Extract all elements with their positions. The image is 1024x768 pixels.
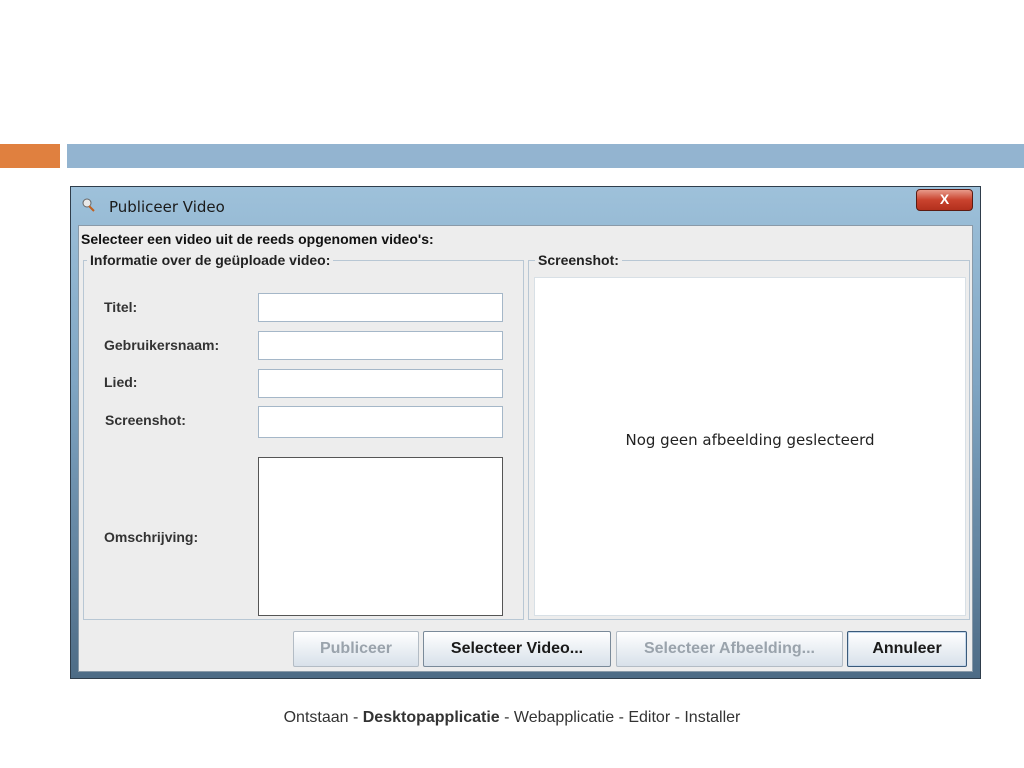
- accent-bar-blue: [67, 144, 1024, 168]
- screenshot-field[interactable]: [258, 406, 503, 438]
- footer-item-installer[interactable]: Installer: [684, 709, 740, 726]
- username-label: Gebruikersnaam:: [104, 337, 220, 353]
- publish-button[interactable]: Publiceer: [293, 631, 419, 667]
- window-title: Publiceer Video: [109, 198, 225, 216]
- accent-bar-orange: [0, 144, 60, 168]
- footer-item-desktopapplicatie[interactable]: Desktopapplicatie: [363, 709, 500, 726]
- description-textarea[interactable]: [258, 457, 503, 616]
- footer-separator: -: [348, 709, 363, 726]
- footer-item-editor[interactable]: Editor: [628, 709, 670, 726]
- close-button[interactable]: X: [916, 189, 973, 211]
- video-info-group: Informatie over de geüploade video: Tite…: [83, 252, 524, 620]
- title-bar[interactable]: Publiceer Video X: [71, 187, 980, 225]
- publish-video-dialog: Publiceer Video X Selecteer een video ui…: [70, 186, 981, 679]
- footer-separator: -: [499, 709, 514, 726]
- screenshot-legend: Screenshot:: [535, 252, 622, 268]
- description-label: Omschrijving:: [104, 529, 199, 545]
- footer-separator: -: [614, 709, 629, 726]
- cancel-button[interactable]: Annuleer: [847, 631, 967, 667]
- footer-item-webapplicatie[interactable]: Webapplicatie: [514, 709, 614, 726]
- dialog-content: Selecteer een video uit de reeds opgenom…: [78, 225, 973, 672]
- footer-item-ontstaan[interactable]: Ontstaan: [284, 709, 349, 726]
- username-field[interactable]: [258, 331, 503, 360]
- intro-text: Selecteer een video uit de reeds opgenom…: [81, 231, 434, 247]
- preview-placeholder: Nog geen afbeelding geslecteerd: [625, 431, 875, 449]
- screenshot-label: Screenshot:: [105, 412, 186, 428]
- title-label: Titel:: [104, 299, 138, 315]
- select-video-button[interactable]: Selecteer Video...: [423, 631, 611, 667]
- select-image-button[interactable]: Selecteer Afbeelding...: [616, 631, 843, 667]
- app-icon: [82, 198, 95, 212]
- footer-breadcrumb: Ontstaan - Desktopapplicatie - Webapplic…: [0, 709, 1024, 727]
- song-field[interactable]: [258, 369, 503, 398]
- video-info-legend: Informatie over de geüploade video:: [87, 252, 334, 268]
- footer-separator: -: [670, 709, 685, 726]
- song-label: Lied:: [104, 374, 138, 390]
- screenshot-group: Screenshot: Nog geen afbeelding geslecte…: [528, 252, 970, 620]
- title-field[interactable]: [258, 293, 503, 322]
- screenshot-preview: Nog geen afbeelding geslecteerd: [534, 277, 966, 616]
